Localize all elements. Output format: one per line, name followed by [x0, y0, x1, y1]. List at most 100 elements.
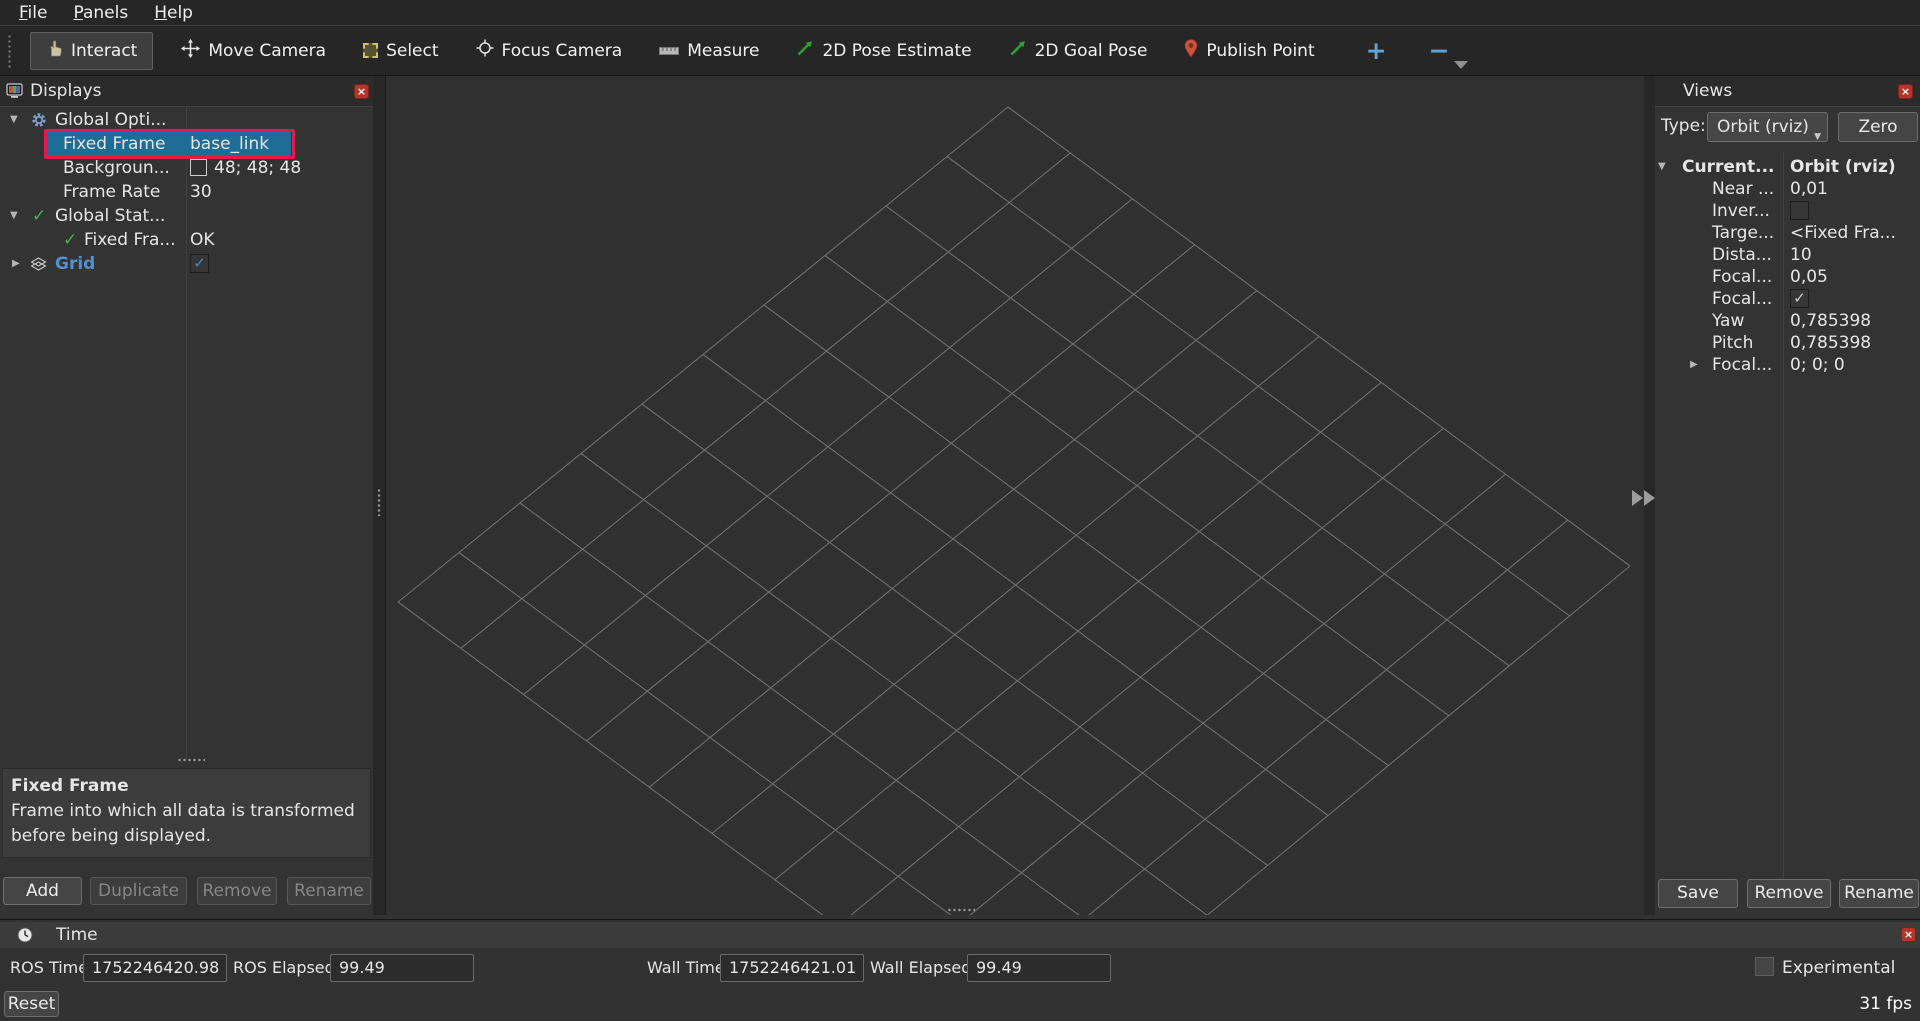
rename-button[interactable]: Rename — [1839, 879, 1919, 908]
color-swatch[interactable] — [190, 159, 207, 176]
property-label: Focal... — [1712, 266, 1772, 288]
tool-2d-goal-pose[interactable]: 2D Goal Pose — [1009, 39, 1148, 62]
property-value[interactable]: 48; 48; 48 — [214, 156, 301, 180]
tool-2d-pose-estimate[interactable]: 2D Pose Estimate — [796, 39, 971, 62]
row-grid-display[interactable]: ▶ Grid ✓ — [0, 252, 373, 276]
time-panel-header[interactable]: Time × — [0, 922, 1920, 948]
wall-time-label: Wall Time: — [647, 954, 730, 982]
property-label: Pitch — [1712, 332, 1753, 354]
remove-button[interactable]: Remove — [1747, 879, 1831, 908]
fps-counter: 31 fps — [1838, 994, 1912, 1014]
row-fixed-frame-status[interactable]: ✓ Fixed Fra... OK — [0, 228, 373, 252]
property-value[interactable]: 30 — [190, 180, 212, 204]
splitter-handle[interactable] — [377, 488, 381, 516]
row-near-clip[interactable]: Near ... 0,01 — [1655, 178, 1920, 200]
tool-move-camera[interactable]: Move Camera — [181, 39, 326, 63]
toolbar-drag-handle[interactable] — [7, 34, 12, 68]
checkbox-checked[interactable]: ✓ — [1790, 289, 1809, 308]
property-value[interactable]: 10 — [1790, 244, 1812, 266]
3d-viewport[interactable] — [386, 76, 1644, 915]
add-button[interactable]: Add — [3, 877, 82, 905]
row-frame-rate[interactable]: Frame Rate 30 — [0, 180, 373, 204]
wall-elapsed-label: Wall Elapsed: — [870, 954, 977, 982]
splitter-handle[interactable] — [177, 758, 205, 762]
ros-elapsed-field[interactable]: 99.49 — [330, 954, 474, 982]
ros-time-label: ROS Time: — [10, 954, 94, 982]
zero-button[interactable]: Zero — [1838, 112, 1918, 142]
view-type-dropdown[interactable]: Orbit (rviz) ▼ — [1707, 112, 1828, 142]
row-focal-shape-fixed[interactable]: Focal... ✓ — [1655, 288, 1920, 310]
tool-select[interactable]: Select — [363, 41, 438, 61]
ruler-icon — [659, 41, 679, 61]
row-yaw[interactable]: Yaw 0,785398 — [1655, 310, 1920, 332]
wall-elapsed-field[interactable]: 99.49 — [967, 954, 1111, 982]
grid-lines — [398, 107, 1630, 915]
expander-collapsed-icon[interactable]: ▶ — [1690, 354, 1698, 376]
row-current-view[interactable]: ▼ Current... Orbit (rviz) — [1655, 156, 1920, 178]
panel-title: Views — [1683, 81, 1732, 101]
checkbox-unchecked[interactable] — [1790, 201, 1809, 220]
toolbar: Interact Move Camera Select Focus Camera… — [0, 26, 1920, 76]
type-label: Type: — [1661, 116, 1706, 136]
property-value[interactable]: 0,01 — [1790, 178, 1828, 200]
ros-time-field[interactable]: 1752246420.98 — [83, 954, 227, 982]
tool-focus-camera[interactable]: Focus Camera — [476, 39, 623, 62]
experimental-checkbox[interactable] — [1755, 957, 1774, 976]
expander-collapsed-icon[interactable]: ▶ — [12, 252, 20, 276]
collapse-right-arrow-icon[interactable] — [1644, 490, 1655, 506]
remove-tool-button[interactable]: − — [1429, 36, 1450, 65]
chevron-down-icon[interactable] — [1454, 61, 1468, 69]
bottom-splitter-handle[interactable] — [947, 908, 975, 912]
property-label: Frame Rate — [63, 180, 160, 204]
expander-open-icon[interactable]: ▼ — [10, 108, 18, 132]
close-icon[interactable]: × — [1901, 927, 1916, 942]
row-distance[interactable]: Dista... 10 — [1655, 244, 1920, 266]
grid-3d[interactable] — [386, 76, 1644, 915]
row-focal-shape-size[interactable]: Focal... 0,05 — [1655, 266, 1920, 288]
menu-file[interactable]: File — [6, 2, 60, 24]
tool-interact[interactable]: Interact — [30, 32, 153, 70]
remove-tool-label: − — [1429, 36, 1450, 65]
displays-panel-header[interactable]: Displays × — [0, 76, 373, 107]
displays-panel: Displays × ▼ Global Opti... Fixed Frame … — [0, 76, 373, 915]
property-value[interactable]: 0,785398 — [1790, 332, 1871, 354]
row-background-color[interactable]: Backgroun... 48; 48; 48 — [0, 156, 373, 180]
property-label: Focal... — [1712, 354, 1772, 376]
tool-label: Publish Point — [1206, 41, 1314, 61]
collapse-right-arrow-icon[interactable] — [1632, 490, 1643, 506]
save-button[interactable]: Save — [1658, 879, 1738, 908]
row-global-status[interactable]: ▼ ✓ Global Stat... — [0, 204, 373, 228]
row-pitch[interactable]: Pitch 0,785398 — [1655, 332, 1920, 354]
property-label: Current... — [1682, 156, 1774, 178]
left-splitter[interactable] — [373, 76, 386, 915]
row-target-frame[interactable]: Targe... <Fixed Fra... — [1655, 222, 1920, 244]
property-value: OK — [190, 228, 215, 252]
property-value[interactable]: 0,05 — [1790, 266, 1828, 288]
row-invert-z[interactable]: Inver... — [1655, 200, 1920, 222]
status-ok-check-icon: ✓ — [63, 228, 77, 252]
right-splitter[interactable] — [1644, 76, 1655, 915]
row-focal-point[interactable]: ▶ Focal... 0; 0; 0 — [1655, 354, 1920, 376]
tool-measure[interactable]: Measure — [659, 41, 759, 61]
views-panel-header[interactable]: Views × — [1655, 76, 1920, 107]
tool-publish-point[interactable]: Publish Point — [1184, 39, 1314, 63]
close-icon[interactable]: × — [354, 84, 369, 99]
wall-time-field[interactable]: 1752246421.01 — [720, 954, 864, 982]
hand-icon — [46, 40, 63, 62]
property-value[interactable]: <Fixed Fra... — [1790, 222, 1896, 244]
close-icon[interactable]: × — [1898, 84, 1913, 99]
expander-open-icon[interactable]: ▼ — [1658, 156, 1666, 178]
property-label: Inver... — [1712, 200, 1770, 222]
duplicate-button: Duplicate — [90, 877, 187, 905]
enabled-checkbox-checked[interactable]: ✓ — [190, 254, 209, 273]
property-value[interactable]: 0; 0; 0 — [1790, 354, 1845, 376]
property-value[interactable]: 0,785398 — [1790, 310, 1871, 332]
reset-button[interactable]: Reset — [4, 991, 59, 1017]
remove-button: Remove — [197, 877, 277, 905]
menu-panels[interactable]: Panels — [60, 2, 141, 24]
add-tool-button[interactable]: + — [1366, 36, 1387, 65]
menu-bar: File Panels Help — [0, 0, 1920, 26]
menu-help[interactable]: Help — [141, 2, 206, 24]
views-panel: Views × Type: Orbit (rviz) ▼ Zero ▼ Curr… — [1655, 76, 1920, 915]
expander-open-icon[interactable]: ▼ — [10, 204, 18, 228]
